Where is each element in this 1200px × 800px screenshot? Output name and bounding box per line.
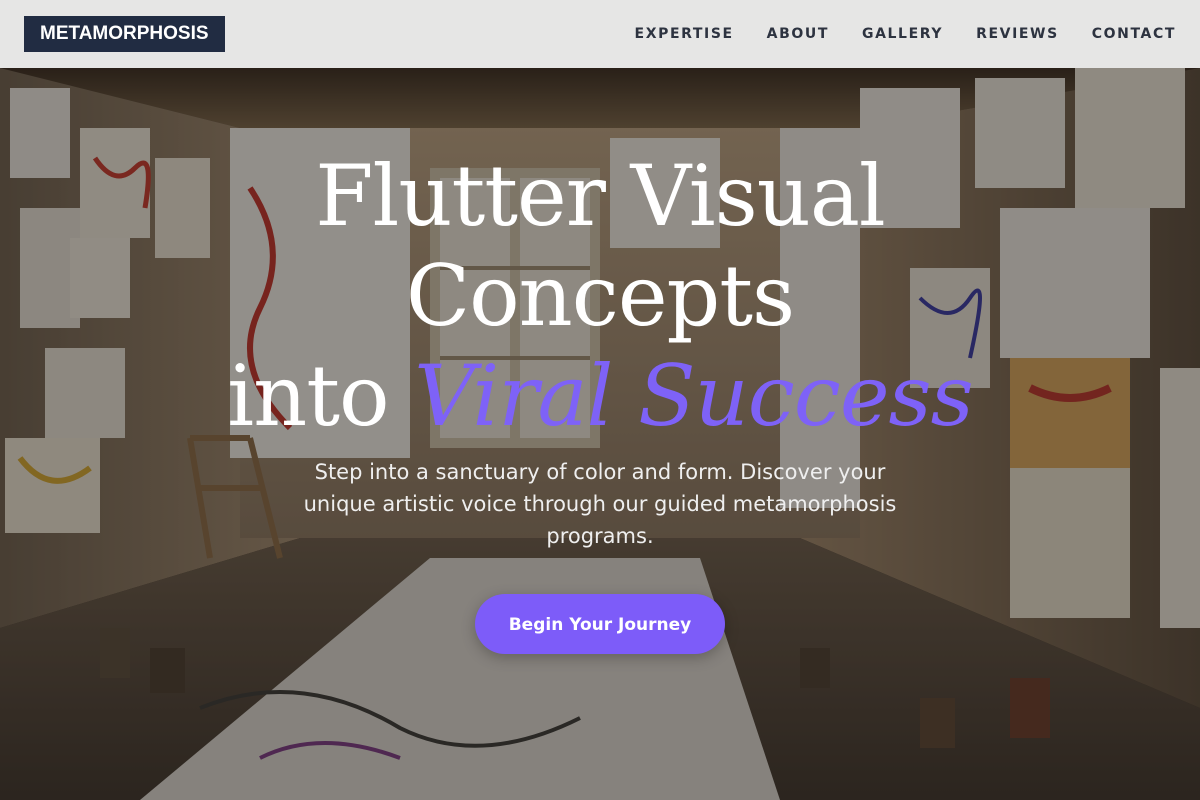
headline-line-1: Flutter Visual xyxy=(315,147,886,245)
hero-headline: Flutter Visual Concepts into Viral Succe… xyxy=(0,146,1200,446)
headline-line-3: into Viral Success xyxy=(0,346,1200,446)
nav-link-expertise[interactable]: EXPERTISE xyxy=(635,26,734,42)
headline-line-3-plain: into xyxy=(227,347,415,445)
site-header: METAMORPHOSIS EXPERTISE ABOUT GALLERY RE… xyxy=(0,0,1200,68)
nav-link-contact[interactable]: CONTACT xyxy=(1092,26,1176,42)
brand-logo[interactable]: METAMORPHOSIS xyxy=(24,16,225,52)
nav-link-gallery[interactable]: GALLERY xyxy=(862,26,943,42)
begin-journey-button[interactable]: Begin Your Journey xyxy=(475,594,725,654)
nav-link-reviews[interactable]: REVIEWS xyxy=(976,26,1059,42)
headline-accent: Viral Success xyxy=(414,347,974,445)
hero-section: Flutter Visual Concepts into Viral Succe… xyxy=(0,68,1200,800)
hero-subtitle: Step into a sanctuary of color and form.… xyxy=(303,460,897,548)
nav-link-about[interactable]: ABOUT xyxy=(767,26,829,42)
main-nav: EXPERTISE ABOUT GALLERY REVIEWS CONTACT xyxy=(602,0,1176,68)
landing-page: METAMORPHOSIS EXPERTISE ABOUT GALLERY RE… xyxy=(0,0,1200,800)
headline-line-2: Concepts xyxy=(405,247,795,345)
